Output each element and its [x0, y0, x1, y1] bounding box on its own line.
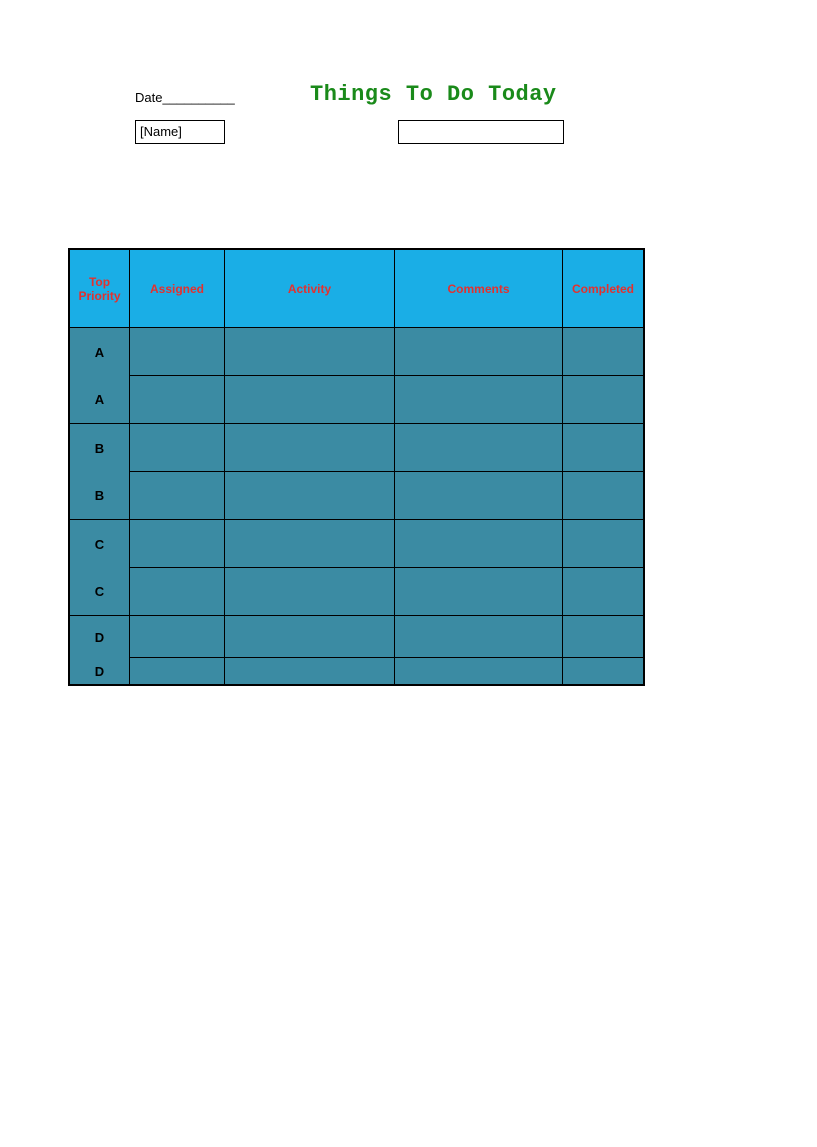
- comments-cell[interactable]: [395, 616, 563, 658]
- col-header-completed: Completed: [563, 250, 643, 328]
- completed-cell[interactable]: [563, 616, 643, 658]
- completed-cell[interactable]: [563, 658, 643, 684]
- col-header-assigned: Assigned: [130, 250, 225, 328]
- assigned-cell[interactable]: [130, 658, 225, 684]
- completed-cell[interactable]: [563, 376, 643, 424]
- comments-cell[interactable]: [395, 376, 563, 424]
- comments-cell[interactable]: [395, 328, 563, 376]
- activity-cell[interactable]: [225, 658, 395, 684]
- col-header-comments: Comments: [395, 250, 563, 328]
- assigned-cell[interactable]: [130, 616, 225, 658]
- priority-cell: C: [70, 520, 130, 568]
- col-header-priority: Top Priority: [70, 250, 130, 328]
- todo-table: Top Priority Assigned Activity Comments …: [68, 248, 645, 686]
- activity-cell[interactable]: [225, 472, 395, 520]
- comments-cell[interactable]: [395, 658, 563, 684]
- assigned-cell[interactable]: [130, 376, 225, 424]
- priority-cell: B: [70, 424, 130, 472]
- page-title: Things To Do Today: [310, 82, 557, 107]
- assigned-cell[interactable]: [130, 424, 225, 472]
- priority-cell: C: [70, 568, 130, 616]
- completed-cell[interactable]: [563, 520, 643, 568]
- assigned-cell[interactable]: [130, 520, 225, 568]
- assigned-cell[interactable]: [130, 328, 225, 376]
- comments-cell[interactable]: [395, 568, 563, 616]
- activity-cell[interactable]: [225, 568, 395, 616]
- activity-cell[interactable]: [225, 424, 395, 472]
- assigned-cell[interactable]: [130, 568, 225, 616]
- comments-cell[interactable]: [395, 424, 563, 472]
- activity-cell[interactable]: [225, 328, 395, 376]
- completed-cell[interactable]: [563, 328, 643, 376]
- blank-field[interactable]: [398, 120, 564, 144]
- completed-cell[interactable]: [563, 568, 643, 616]
- activity-cell[interactable]: [225, 616, 395, 658]
- priority-cell: A: [70, 376, 130, 424]
- priority-cell: D: [70, 616, 130, 658]
- assigned-cell[interactable]: [130, 472, 225, 520]
- date-label: Date__________: [135, 90, 235, 105]
- activity-cell[interactable]: [225, 376, 395, 424]
- activity-cell[interactable]: [225, 520, 395, 568]
- comments-cell[interactable]: [395, 520, 563, 568]
- col-header-activity: Activity: [225, 250, 395, 328]
- completed-cell[interactable]: [563, 472, 643, 520]
- priority-cell: A: [70, 328, 130, 376]
- completed-cell[interactable]: [563, 424, 643, 472]
- priority-cell: B: [70, 472, 130, 520]
- name-field[interactable]: [Name]: [135, 120, 225, 144]
- comments-cell[interactable]: [395, 472, 563, 520]
- priority-cell: D: [70, 658, 130, 684]
